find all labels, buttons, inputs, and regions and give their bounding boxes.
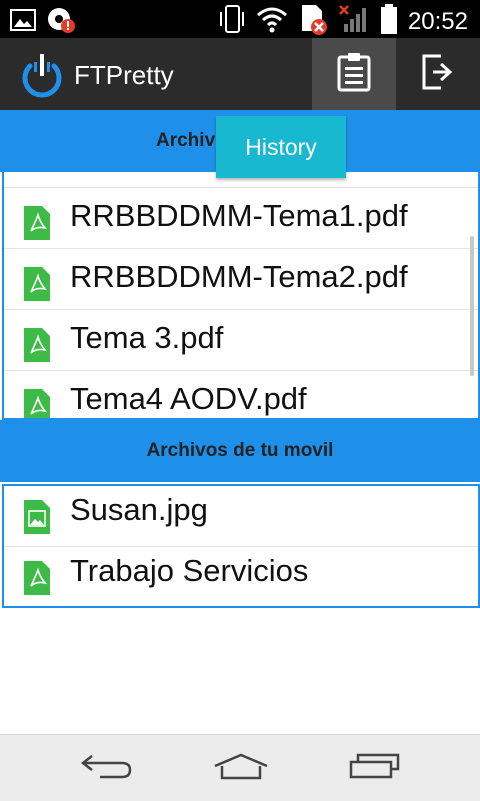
- clipboard-icon: [337, 52, 371, 97]
- server-file-list[interactable]: RRBBDDMM-Tema1.pdf RRBBDDMM-Tema2.pdf Te…: [2, 172, 480, 420]
- file-name: Tema4 AODV.pdf: [70, 381, 307, 416]
- pdf-file-icon: [22, 328, 52, 362]
- app-title: FTPretty: [74, 60, 174, 90]
- file-name: Susan.jpg: [70, 492, 208, 527]
- wifi-icon: [256, 5, 288, 38]
- pdf-file-icon: [22, 561, 52, 595]
- image-file-icon: [22, 500, 52, 534]
- history-button[interactable]: [312, 38, 396, 110]
- navigation-bar: [0, 734, 480, 801]
- server-section-title: Archiv: [156, 130, 216, 151]
- battery-icon: [380, 4, 398, 39]
- back-button[interactable]: [52, 735, 162, 801]
- recent-apps-icon: [348, 752, 402, 785]
- alert-app-icon: [46, 6, 76, 39]
- home-button[interactable]: [186, 735, 296, 801]
- status-bar: 20:52: [0, 0, 480, 38]
- sim-error-icon: [298, 3, 328, 40]
- home-icon: [212, 752, 270, 785]
- action-bar: FTPretty: [0, 38, 480, 110]
- vibrate-icon: [218, 4, 246, 39]
- image-icon: [10, 9, 36, 36]
- pdf-file-icon: [22, 389, 52, 418]
- pdf-file-icon: [22, 267, 52, 301]
- logout-icon: [421, 54, 455, 95]
- list-item[interactable]: Tema 3.pdf: [4, 310, 478, 371]
- list-item[interactable]: Trabajo Servicios: [4, 547, 478, 606]
- back-icon: [80, 751, 134, 786]
- local-section-title: Archivos de tu movil: [146, 440, 334, 461]
- scrollbar[interactable]: [470, 236, 474, 376]
- status-time: 20:52: [407, 7, 468, 35]
- signal-off-icon: [338, 4, 370, 39]
- pdf-file-icon: [22, 206, 52, 240]
- local-section-header: Archivos de tu movil: [0, 420, 480, 482]
- file-name: RRBBDDMM-Tema2.pdf: [70, 259, 408, 294]
- history-tooltip: History: [216, 116, 346, 178]
- list-item[interactable]: Susan.jpg: [4, 486, 478, 547]
- app-logo-icon: [20, 50, 64, 98]
- logout-button[interactable]: [396, 38, 480, 110]
- list-item[interactable]: RRBBDDMM-Tema1.pdf: [4, 188, 478, 249]
- file-name: RRBBDDMM-Tema1.pdf: [70, 198, 408, 233]
- file-name: Trabajo Servicios: [70, 553, 309, 588]
- list-item[interactable]: Tema4 AODV.pdf: [4, 371, 478, 418]
- recent-apps-button[interactable]: [320, 735, 430, 801]
- list-item[interactable]: RRBBDDMM-Tema2.pdf: [4, 249, 478, 310]
- local-file-list[interactable]: Susan.jpg Trabajo Servicios: [2, 484, 480, 608]
- file-name: Tema 3.pdf: [70, 320, 224, 355]
